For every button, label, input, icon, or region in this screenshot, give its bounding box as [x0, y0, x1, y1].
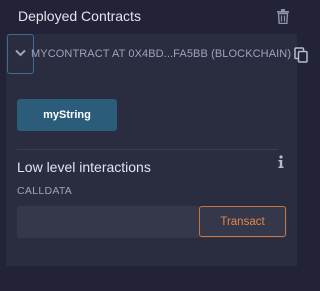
contract-instance-panel: MYCONTRACT AT 0X4BD...FA5BB (BLOCKCHAIN)… [6, 34, 297, 266]
mystring-function-button[interactable]: myString [17, 99, 117, 131]
low-level-interactions-title: Low level interactions [17, 159, 151, 175]
trash-icon[interactable] [276, 9, 290, 24]
copy-icon[interactable] [294, 47, 308, 63]
info-icon[interactable] [277, 155, 285, 169]
contract-header: MYCONTRACT AT 0X4BD...FA5BB (BLOCKCHAIN) [6, 34, 297, 76]
calldata-label: CALLDATA [17, 185, 73, 197]
transact-button[interactable]: Transact [199, 206, 286, 237]
contract-name: MYCONTRACT AT 0X4BD...FA5BB (BLOCKCHAIN) [31, 48, 292, 60]
divider [17, 149, 278, 150]
expand-toggle[interactable] [7, 34, 34, 74]
chevron-down-icon [15, 49, 26, 57]
section-title: Deployed Contracts [18, 8, 141, 24]
deployed-contracts-section: Deployed Contracts MYCONTRACT AT 0X4BD..… [0, 0, 312, 291]
